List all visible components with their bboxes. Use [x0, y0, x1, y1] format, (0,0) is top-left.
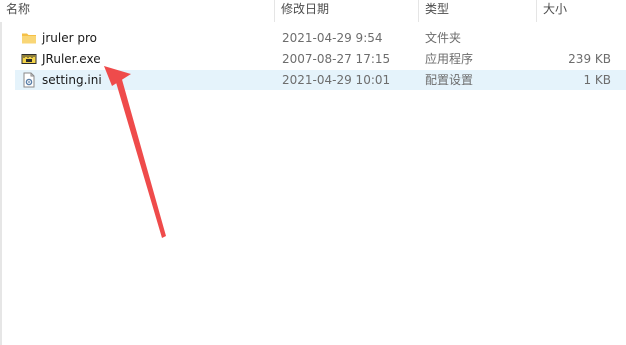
file-name: jruler pro: [42, 31, 97, 45]
file-date: 2021-04-29 9:54: [282, 31, 383, 45]
file-name: setting.ini: [42, 73, 102, 87]
column-header-size[interactable]: 大小: [537, 0, 626, 22]
file-name: JRuler.exe: [42, 52, 101, 66]
ruler-app-icon: [21, 51, 37, 67]
folder-icon: [21, 30, 37, 46]
file-row-setting-ini[interactable]: setting.ini 2021-04-29 10:01 配置设置 1 KB: [15, 70, 626, 90]
file-date: 2007-08-27 17:15: [282, 52, 391, 66]
column-header-bar: 名称 修改日期 类型 大小: [0, 0, 626, 22]
file-explorer-view: 名称 修改日期 类型 大小 jruler pro 2021-04-29 9:54…: [0, 0, 626, 345]
column-header-name[interactable]: 名称: [0, 0, 275, 22]
file-size: 1 KB: [583, 73, 611, 87]
file-type: 文件夹: [425, 31, 462, 45]
file-size: 239 KB: [568, 52, 611, 66]
file-row-jruler-exe[interactable]: JRuler.exe 2007-08-27 17:15 应用程序 239 KB: [15, 49, 626, 69]
file-row-jruler-pro[interactable]: jruler pro 2021-04-29 9:54 文件夹: [15, 28, 626, 48]
file-date: 2021-04-29 10:01: [282, 73, 391, 87]
column-header-type[interactable]: 类型: [419, 0, 537, 22]
column-header-date[interactable]: 修改日期: [275, 0, 419, 22]
file-type: 配置设置: [425, 73, 474, 87]
file-type: 应用程序: [425, 52, 474, 66]
settings-file-icon: [21, 72, 37, 88]
pane-edge: [0, 0, 2, 345]
